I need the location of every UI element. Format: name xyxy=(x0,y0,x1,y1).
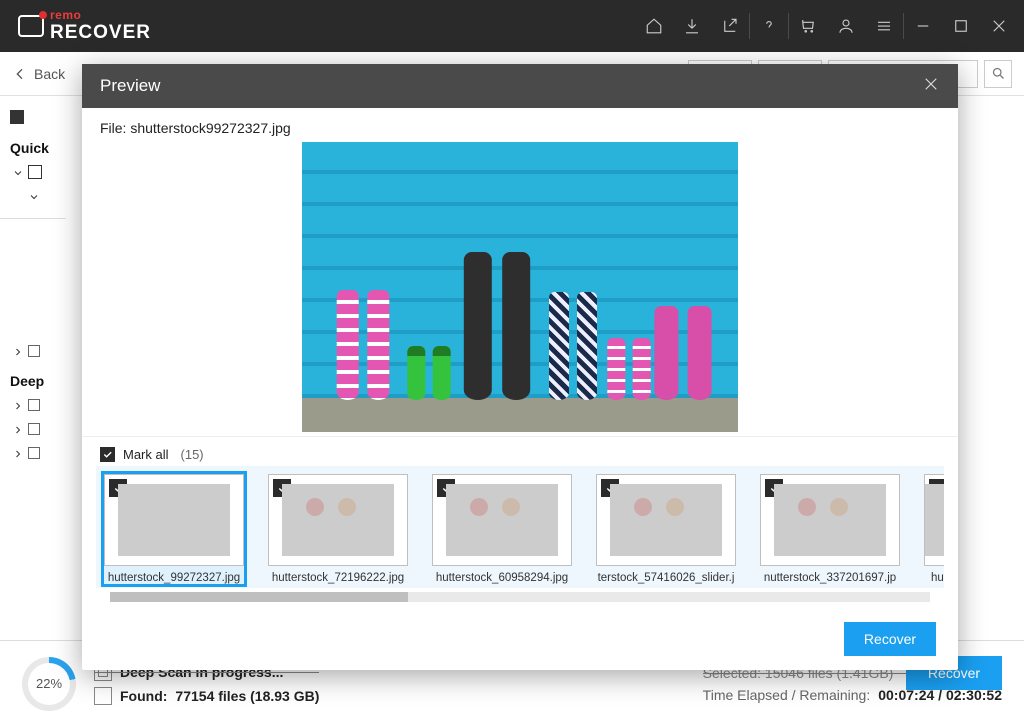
thumb-filename: nutterstock_337201697.jp xyxy=(760,566,900,584)
modal-footer: Recover xyxy=(82,608,958,670)
thumb-scrollbar[interactable] xyxy=(110,592,930,602)
thumb-filename: hutterstock_60958294.jpg xyxy=(432,566,572,584)
thumb-image xyxy=(774,484,886,556)
thumb-image xyxy=(925,484,944,556)
thumbnail[interactable]: hutterstock_99272327.jpg xyxy=(104,474,244,584)
titlebar: remo RECOVER xyxy=(0,0,1024,52)
close-icon[interactable] xyxy=(980,0,1018,52)
tree-row[interactable] xyxy=(10,184,56,208)
modal-title: Preview xyxy=(100,76,160,96)
found-value: 77154 files (18.93 GB) xyxy=(175,688,319,704)
help-icon[interactable] xyxy=(750,0,788,52)
drive-icon xyxy=(28,165,42,179)
thumb-image xyxy=(446,484,558,556)
logo-icon xyxy=(18,15,44,37)
menu-icon[interactable] xyxy=(865,0,903,52)
view-icon[interactable] xyxy=(10,110,24,124)
thumbnail[interactable]: terstock_57416026_slider.j xyxy=(596,474,736,584)
logo-text-main: RECOVER xyxy=(50,22,151,44)
found-icon xyxy=(94,687,112,705)
sidebar: Quick Deep xyxy=(0,96,66,640)
thumbnail[interactable]: hut xyxy=(924,474,944,584)
user-icon[interactable] xyxy=(827,0,865,52)
progress-pct: 22% xyxy=(36,676,62,691)
tree-row[interactable] xyxy=(10,441,56,465)
tree-row[interactable] xyxy=(10,160,56,184)
tree-row[interactable] xyxy=(10,393,56,417)
thumbnail[interactable]: nutterstock_337201697.jp xyxy=(760,474,900,584)
minimize-icon[interactable] xyxy=(904,0,942,52)
search-button[interactable] xyxy=(984,60,1012,88)
scrollbar-thumb[interactable] xyxy=(110,592,408,602)
back-button[interactable]: Back xyxy=(12,66,65,82)
tree-row[interactable] xyxy=(10,339,56,363)
modal-recover-button[interactable]: Recover xyxy=(844,622,936,656)
mark-all-checkbox[interactable] xyxy=(100,447,115,462)
back-label: Back xyxy=(34,66,65,82)
mark-all-row: Mark all (15) xyxy=(82,436,958,466)
thumbnail[interactable]: hutterstock_60958294.jpg xyxy=(432,474,572,584)
found-line: Found: 77154 files (18.93 GB) xyxy=(94,687,319,705)
sidebar-heading-quick: Quick xyxy=(10,140,56,156)
thumb-filename: hutterstock_99272327.jpg xyxy=(104,566,244,584)
cart-icon[interactable] xyxy=(789,0,827,52)
file-name: shutterstock99272327.jpg xyxy=(130,120,290,136)
thumb-image xyxy=(282,484,394,556)
mark-all-label[interactable]: Mark all xyxy=(123,447,169,462)
file-line: File: shutterstock99272327.jpg xyxy=(82,108,958,142)
preview-modal: Preview File: shutterstock99272327.jpg M… xyxy=(82,64,958,670)
modal-header: Preview xyxy=(82,64,958,108)
file-prefix: File: xyxy=(100,120,130,136)
thumb-image xyxy=(610,484,722,556)
preview-stage xyxy=(82,142,958,436)
preview-image xyxy=(302,142,738,432)
sidebar-heading-deep: Deep xyxy=(10,373,56,389)
time-label: Time Elapsed / Remaining: xyxy=(703,687,871,703)
tree-row[interactable] xyxy=(10,417,56,441)
thumbnail-strip[interactable]: hutterstock_99272327.jpg hutterstock_7219… xyxy=(96,466,944,588)
app-logo: remo RECOVER xyxy=(18,8,151,44)
download-icon[interactable] xyxy=(673,0,711,52)
maximize-icon[interactable] xyxy=(942,0,980,52)
modal-close-button[interactable] xyxy=(922,75,940,98)
found-label: Found: xyxy=(120,688,167,704)
export-icon[interactable] xyxy=(711,0,749,52)
thumbnail[interactable]: hutterstock_72196222.jpg xyxy=(268,474,408,584)
thumb-filename: terstock_57416026_slider.j xyxy=(596,566,736,584)
thumb-image xyxy=(118,484,230,556)
mark-all-count: (15) xyxy=(181,447,204,462)
thumb-filename: hutterstock_72196222.jpg xyxy=(268,566,408,584)
logo-text-top: remo xyxy=(50,8,151,22)
progress-ring: 22% xyxy=(22,657,76,711)
home-icon[interactable] xyxy=(635,0,673,52)
